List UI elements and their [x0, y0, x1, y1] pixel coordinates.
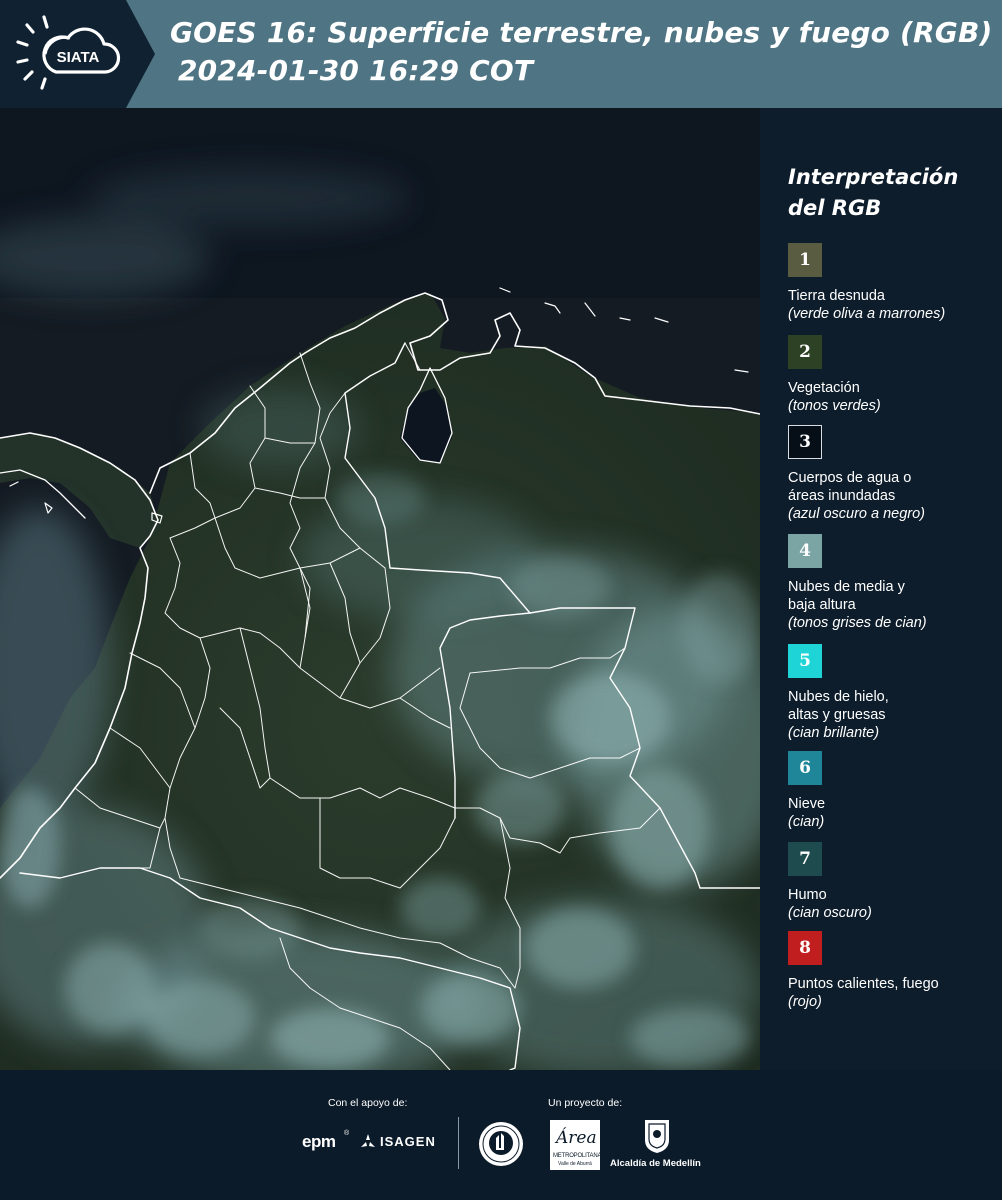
legend-swatch-1: 1 — [788, 243, 822, 277]
legend-label: Tierra desnuda — [788, 288, 885, 304]
legend-swatch-7: 7 — [788, 842, 822, 876]
legend-item-ice-clouds: 5 Nubes de hielo, altas y gruesas (cian … — [788, 644, 1000, 743]
legend-note: (rojo) — [788, 994, 822, 1010]
legend-label: Nubes de hielo, altas y gruesas — [788, 689, 889, 723]
legend-item-mid-low-clouds: 4 Nubes de media y baja altura (tonos gr… — [788, 534, 1000, 633]
registered-icon: ® — [344, 1130, 350, 1137]
title-datetime: 2024-01-30 16:29 COT — [178, 54, 534, 87]
title-line-1: GOES 16: Superficie terrestre, nubes y f… — [170, 16, 993, 49]
area-logo-subtext: METROPOLITANA — [553, 1153, 602, 1159]
legend-swatch-6: 6 — [788, 751, 822, 785]
header-bar: SIATA GOES 16: Superficie terrestre, nub… — [0, 0, 1002, 108]
legend-item-water-bodies: 3 Cuerpos de agua o áreas inundadas (azu… — [788, 425, 1000, 524]
legend-item-bare-soil: 1 Tierra desnuda (verde oliva a marrones… — [788, 243, 1000, 324]
isagen-logo[interactable]: ISAGEN — [380, 1134, 436, 1149]
legend-swatch-2: 2 — [788, 335, 822, 369]
legend-note: (azul oscuro a negro) — [788, 506, 926, 522]
legend-label: Puntos calientes, fuego — [788, 976, 939, 992]
legend-title: Interpretación del RGB — [788, 165, 959, 220]
legend-note: (cian oscuro) — [788, 905, 872, 921]
satellite-map[interactable] — [0, 108, 760, 1070]
legend-note: (cian) — [788, 814, 825, 830]
legend-label: Nieve — [788, 796, 826, 812]
university-seal-icon[interactable] — [477, 1120, 525, 1168]
legend-item-snow: 6 Nieve (cian) — [788, 751, 1000, 832]
logo-text: SIATA — [57, 49, 100, 66]
siata-logo-icon: SIATA — [0, 0, 155, 108]
page-title: GOES 16: Superficie terrestre, nubes y f… — [170, 14, 1000, 90]
legend-note: (cian brillante) — [788, 725, 880, 741]
legend-swatch-8: 8 — [788, 931, 822, 965]
legend-swatch-5: 5 — [788, 644, 822, 678]
area-logo-text: Área — [556, 1128, 597, 1148]
legend-label: Nubes de media y baja altura — [788, 579, 905, 613]
footer-sponsors: Con el apoyo de: Un proyecto de: epm ® I… — [0, 1070, 1002, 1200]
map-canvas — [0, 108, 760, 1070]
alcaldia-shield-icon — [642, 1118, 672, 1154]
legend-swatch-4: 4 — [788, 534, 822, 568]
legend-item-smoke: 7 Humo (cian oscuro) — [788, 842, 1000, 923]
legend-swatch-3: 3 — [788, 425, 822, 459]
area-logo-subtext-2: Valle de Aburrá — [558, 1161, 592, 1167]
legend-item-fire: 8 Puntos calientes, fuego (rojo) — [788, 931, 1000, 1012]
legend-label: Vegetación — [788, 380, 860, 396]
siata-logo[interactable]: SIATA — [0, 0, 155, 108]
epm-logo[interactable]: epm — [302, 1132, 336, 1152]
legend-panel: Interpretación del RGB 1 Tierra desnuda … — [760, 108, 1002, 1070]
legend-label: Cuerpos de agua o áreas inundadas — [788, 470, 912, 504]
legend-note: (tonos grises de cian) — [788, 615, 927, 631]
legend-note: (tonos verdes) — [788, 398, 881, 414]
area-metropolitana-logo[interactable]: Área METROPOLITANA Valle de Aburrá — [550, 1120, 602, 1170]
legend-item-vegetation: 2 Vegetación (tonos verdes) — [788, 335, 1000, 416]
isagen-icon — [358, 1132, 378, 1152]
legend-note: (verde oliva a marrones) — [788, 306, 946, 322]
project-caption: Un proyecto de: — [548, 1097, 623, 1109]
alcaldia-logo[interactable]: Alcaldía de Medellín — [610, 1158, 701, 1169]
footer-divider — [458, 1117, 459, 1169]
support-caption: Con el apoyo de: — [328, 1097, 408, 1109]
legend-label: Humo — [788, 887, 827, 903]
